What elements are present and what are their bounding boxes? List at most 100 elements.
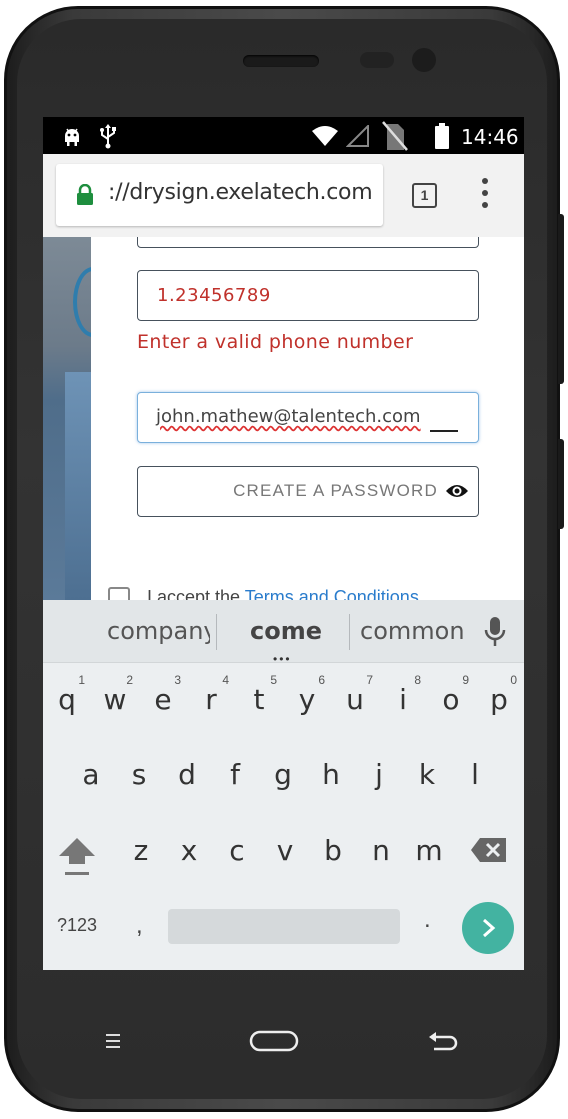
- key-label: c: [229, 834, 245, 867]
- terms-prefix: I accept the: [147, 587, 245, 600]
- chevron-right-icon: [483, 918, 496, 938]
- phone-value: 1.23456789: [157, 285, 271, 306]
- key-label: w: [103, 683, 127, 716]
- key-label: t: [253, 683, 265, 716]
- key-label: s: [131, 758, 147, 791]
- key-j[interactable]: j: [355, 742, 403, 802]
- key-label: h: [322, 758, 340, 791]
- key-p[interactable]: p0: [475, 667, 523, 727]
- recent-apps-icon[interactable]: [104, 1032, 122, 1050]
- email-value: john.mathew@talentech.com: [156, 406, 421, 427]
- android-icon: [65, 128, 79, 146]
- more-suggestions-dots: •••: [273, 652, 292, 666]
- key-y[interactable]: y6: [283, 667, 331, 727]
- key-v[interactable]: v: [261, 818, 309, 878]
- key-label: l: [471, 758, 479, 791]
- key-t[interactable]: t5: [235, 667, 283, 727]
- shift-key[interactable]: [57, 834, 97, 884]
- key-e[interactable]: e3: [139, 667, 187, 727]
- signal-icon: [346, 125, 369, 147]
- screen: 14:46 ://drysign.exelatech.com 1 1.23456…: [43, 117, 524, 970]
- home-icon[interactable]: [249, 1030, 299, 1052]
- key-label: b: [324, 834, 342, 867]
- key-r[interactable]: r4: [187, 667, 235, 727]
- go-key[interactable]: [462, 902, 514, 954]
- key-label: n: [372, 834, 390, 867]
- key-u[interactable]: u7: [331, 667, 379, 727]
- key-s[interactable]: s: [115, 742, 163, 802]
- password-field[interactable]: CREATE A PASSWORD: [137, 466, 479, 517]
- key-hint-number: 4: [222, 673, 229, 687]
- key-hint-number: 2: [126, 673, 133, 687]
- terms-link[interactable]: Terms and Conditions: [245, 587, 419, 600]
- comma-key[interactable]: ,: [136, 912, 143, 940]
- microphone-icon[interactable]: [484, 616, 506, 648]
- usb-icon: [100, 124, 116, 149]
- key-label: z: [133, 834, 149, 867]
- key-label: a: [82, 758, 100, 791]
- key-label: o: [442, 683, 460, 716]
- browser-toolbar: ://drysign.exelatech.com 1: [43, 154, 524, 237]
- suggestion-3[interactable]: common: [360, 617, 465, 645]
- period-key[interactable]: .: [424, 906, 431, 934]
- key-z[interactable]: z: [117, 818, 165, 878]
- backspace-key[interactable]: [470, 836, 510, 866]
- key-label: p: [490, 683, 508, 716]
- page-background-stripe: [65, 372, 91, 600]
- back-icon[interactable]: [428, 1030, 458, 1052]
- key-label: x: [180, 834, 198, 867]
- key-f[interactable]: f: [211, 742, 259, 802]
- volume-button: [558, 214, 564, 384]
- key-i[interactable]: i8: [379, 667, 427, 727]
- key-d[interactable]: d: [163, 742, 211, 802]
- key-b[interactable]: b: [309, 818, 357, 878]
- key-k[interactable]: k: [403, 742, 451, 802]
- suggestion-divider: [349, 614, 350, 650]
- lock-icon: [77, 184, 93, 205]
- key-w[interactable]: w2: [91, 667, 139, 727]
- key-o[interactable]: o9: [427, 667, 475, 727]
- key-l[interactable]: l: [451, 742, 499, 802]
- eye-icon[interactable]: [445, 481, 469, 501]
- web-page: 1.23456789 Enter a valid phone number jo…: [43, 237, 524, 600]
- key-label: i: [399, 683, 407, 716]
- shift-arrow-icon: [59, 838, 95, 875]
- text-cursor: [430, 430, 458, 432]
- key-label: v: [276, 834, 294, 867]
- wifi-icon: [312, 126, 338, 146]
- key-n[interactable]: n: [357, 818, 405, 878]
- overflow-menu-icon[interactable]: [479, 178, 489, 210]
- battery-icon: [435, 123, 449, 149]
- key-c[interactable]: c: [213, 818, 261, 878]
- earpiece-speaker: [243, 55, 319, 67]
- address-bar[interactable]: ://drysign.exelatech.com: [56, 164, 383, 226]
- key-hint-number: 1: [78, 673, 85, 687]
- key-hint-number: 7: [366, 673, 373, 687]
- space-bar[interactable]: [168, 909, 400, 944]
- key-label: y: [298, 683, 316, 716]
- key-hint-number: 0: [510, 673, 517, 687]
- front-camera: [412, 48, 436, 72]
- key-label: m: [415, 834, 443, 867]
- url-text[interactable]: ://drysign.exelatech.com: [108, 180, 373, 205]
- phone-error-message: Enter a valid phone number: [137, 331, 414, 353]
- key-q[interactable]: q1: [43, 667, 91, 727]
- key-label: d: [178, 758, 196, 791]
- suggestion-2[interactable]: come: [250, 617, 330, 645]
- key-m[interactable]: m: [405, 818, 453, 878]
- key-hint-number: 8: [414, 673, 421, 687]
- previous-input-field[interactable]: [137, 237, 479, 248]
- key-a[interactable]: a: [67, 742, 115, 802]
- key-g[interactable]: g: [259, 742, 307, 802]
- key-h[interactable]: h: [307, 742, 355, 802]
- key-label: q: [58, 683, 76, 716]
- key-x[interactable]: x: [165, 818, 213, 878]
- symbols-key[interactable]: ?123: [57, 915, 97, 936]
- tab-switcher-icon[interactable]: 1: [412, 183, 437, 208]
- password-placeholder: CREATE A PASSWORD: [233, 481, 438, 500]
- signup-form: 1.23456789 Enter a valid phone number jo…: [91, 237, 524, 600]
- terms-checkbox[interactable]: [108, 587, 130, 600]
- suggestion-1[interactable]: company: [107, 617, 210, 645]
- email-field[interactable]: john.mathew@talentech.com: [137, 392, 479, 443]
- phone-field[interactable]: 1.23456789: [137, 270, 479, 321]
